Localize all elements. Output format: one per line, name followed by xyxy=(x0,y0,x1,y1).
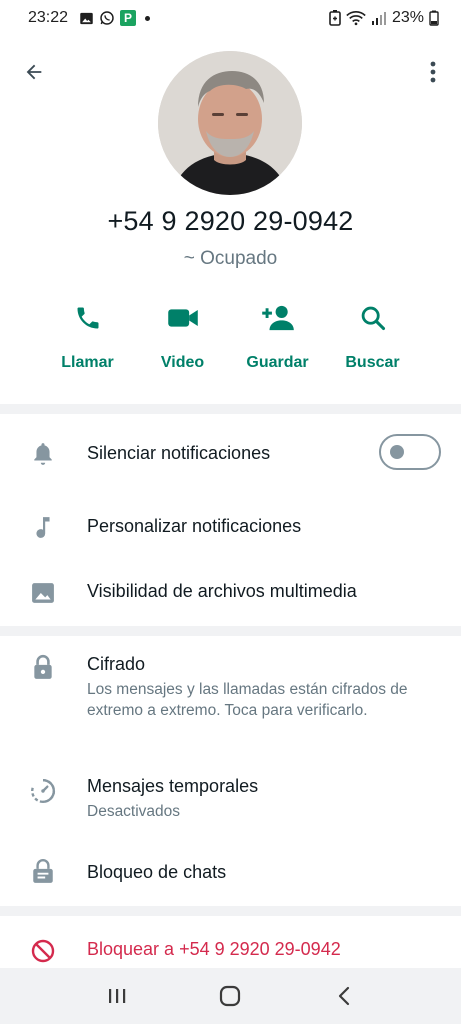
home-icon xyxy=(220,985,241,1007)
back-icon xyxy=(339,986,350,1006)
disappearing-messages-title: Mensajes temporales xyxy=(87,776,259,796)
timer-icon xyxy=(30,778,56,804)
block-contact-title: Bloquear a +54 9 2920 29-0942 xyxy=(87,939,341,959)
recents-icon xyxy=(108,989,126,1003)
system-back-button[interactable] xyxy=(324,976,364,1016)
block-section: Bloquear a +54 9 2920 29-0942 xyxy=(0,916,461,968)
search-icon xyxy=(359,298,387,338)
encryption-row[interactable]: Cifrado Los mensajes y las llamadas está… xyxy=(0,636,461,760)
status-bar: 23:22 P 23% xyxy=(0,0,461,36)
media-visibility-title: Visibilidad de archivos multimedia xyxy=(87,581,357,601)
more-options-button[interactable] xyxy=(419,56,447,88)
chat-lock-title: Bloqueo de chats xyxy=(87,862,227,882)
lock-icon xyxy=(30,654,56,680)
back-button[interactable] xyxy=(18,56,50,88)
battery-icon xyxy=(429,10,439,26)
call-button[interactable]: Llamar xyxy=(40,298,135,372)
disappearing-messages-row[interactable]: Mensajes temporales Desactivados xyxy=(0,760,461,836)
avatar[interactable] xyxy=(158,51,302,195)
block-icon xyxy=(30,938,56,964)
battery-saver-icon xyxy=(329,10,341,26)
block-contact-row[interactable]: Bloquear a +54 9 2920 29-0942 xyxy=(0,916,461,968)
music-note-icon xyxy=(30,515,56,541)
more-vert-icon xyxy=(430,61,436,83)
whatsapp-icon xyxy=(99,10,115,26)
mute-toggle[interactable] xyxy=(379,434,441,470)
toggle-knob xyxy=(390,445,404,459)
profile-header: +54 9 2920 29-0942 ~ Ocupado Llamar Vide… xyxy=(0,36,461,404)
bell-icon xyxy=(30,441,56,467)
p-app-icon: P xyxy=(120,10,137,26)
disappearing-messages-subtitle: Desactivados xyxy=(87,803,181,820)
video-label: Video xyxy=(160,354,205,371)
mute-notifications-row[interactable]: Silenciar notificaciones xyxy=(0,414,461,490)
battery-percent: 23% xyxy=(391,9,424,26)
custom-notifications-row[interactable]: Personalizar notificaciones xyxy=(0,490,461,558)
person-add-icon xyxy=(261,298,295,338)
media-visibility-row[interactable]: Visibilidad de archivos multimedia xyxy=(0,558,461,626)
search-button[interactable]: Buscar xyxy=(325,298,420,372)
contact-phone-number: +54 9 2920 29-0942 xyxy=(107,206,354,236)
search-label: Buscar xyxy=(345,354,400,371)
phone-icon xyxy=(74,298,102,338)
custom-notifications-title: Personalizar notificaciones xyxy=(87,516,302,536)
notifications-section: Silenciar notificaciones Personalizar no… xyxy=(0,414,461,626)
privacy-section: Cifrado Los mensajes y las llamadas está… xyxy=(0,636,461,906)
quick-actions: Llamar Video Guardar Buscar xyxy=(40,298,420,372)
save-label: Guardar xyxy=(246,354,309,371)
image-icon xyxy=(30,580,56,606)
encryption-subtitle: Los mensajes y las llamadas están cifrad… xyxy=(87,681,408,719)
home-button[interactable] xyxy=(210,976,250,1016)
gallery-icon xyxy=(79,11,94,26)
notification-dot xyxy=(145,15,151,21)
chat-lock-row[interactable]: Bloqueo de chats xyxy=(0,836,461,906)
encryption-title: Cifrado xyxy=(87,654,146,674)
call-label: Llamar xyxy=(61,354,114,371)
contact-about-status: ~ Ocupado xyxy=(183,248,278,269)
arrow-back-icon xyxy=(26,64,42,80)
recents-button[interactable] xyxy=(97,976,137,1016)
status-time: 23:22 xyxy=(28,9,69,26)
save-contact-button[interactable]: Guardar xyxy=(230,298,325,372)
avatar-photo xyxy=(158,51,302,195)
chat-lock-icon xyxy=(30,858,56,884)
video-call-button[interactable]: Video xyxy=(135,298,230,372)
videocam-icon xyxy=(167,298,199,338)
system-nav-bar xyxy=(0,968,461,1024)
signal-icon xyxy=(371,11,387,25)
wifi-icon xyxy=(346,10,366,26)
